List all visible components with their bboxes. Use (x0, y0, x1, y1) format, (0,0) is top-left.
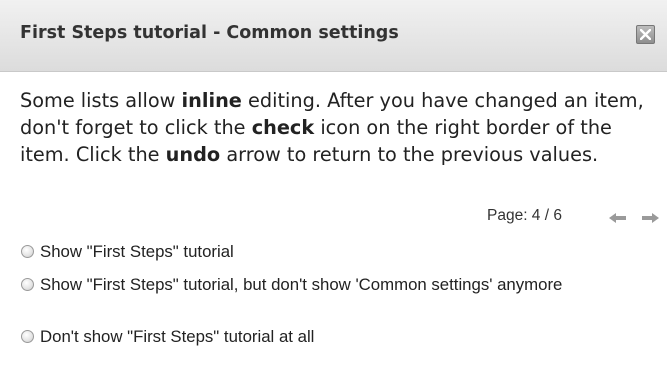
tutorial-text: Some lists allow inline editing. After y… (20, 87, 665, 168)
text-bold-undo: undo (165, 143, 221, 166)
close-button[interactable] (636, 25, 655, 44)
tutorial-dialog: First Steps tutorial - Common settings S… (0, 0, 667, 376)
arrow-right-icon[interactable] (640, 212, 660, 224)
dialog-title: First Steps tutorial - Common settings (20, 23, 399, 43)
radio-button[interactable] (21, 245, 34, 258)
page-indicator: Page: 4 / 6 (487, 207, 562, 224)
option-show-tutorial[interactable]: Show "First Steps" tutorial (20, 240, 650, 264)
radio-button[interactable] (21, 330, 34, 343)
option-label: Don't show "First Steps" tutorial at all (40, 327, 315, 346)
arrow-left-icon[interactable] (608, 212, 628, 224)
option-label: Show "First Steps" tutorial, but don't s… (40, 275, 563, 294)
dialog-titlebar[interactable]: First Steps tutorial - Common settings (0, 0, 667, 72)
option-dont-show-tutorial[interactable]: Don't show "First Steps" tutorial at all (20, 325, 650, 349)
radio-button[interactable] (21, 278, 34, 291)
close-icon (640, 29, 651, 40)
text-bold-inline: inline (181, 89, 242, 112)
option-label: Show "First Steps" tutorial (40, 242, 234, 261)
option-show-tutorial-hide-common[interactable]: Show "First Steps" tutorial, but don't s… (20, 273, 650, 297)
text-bold-check: check (251, 116, 315, 139)
text-segment: arrow to return to the previous values. (220, 143, 599, 166)
text-segment: Some lists allow (20, 89, 182, 112)
